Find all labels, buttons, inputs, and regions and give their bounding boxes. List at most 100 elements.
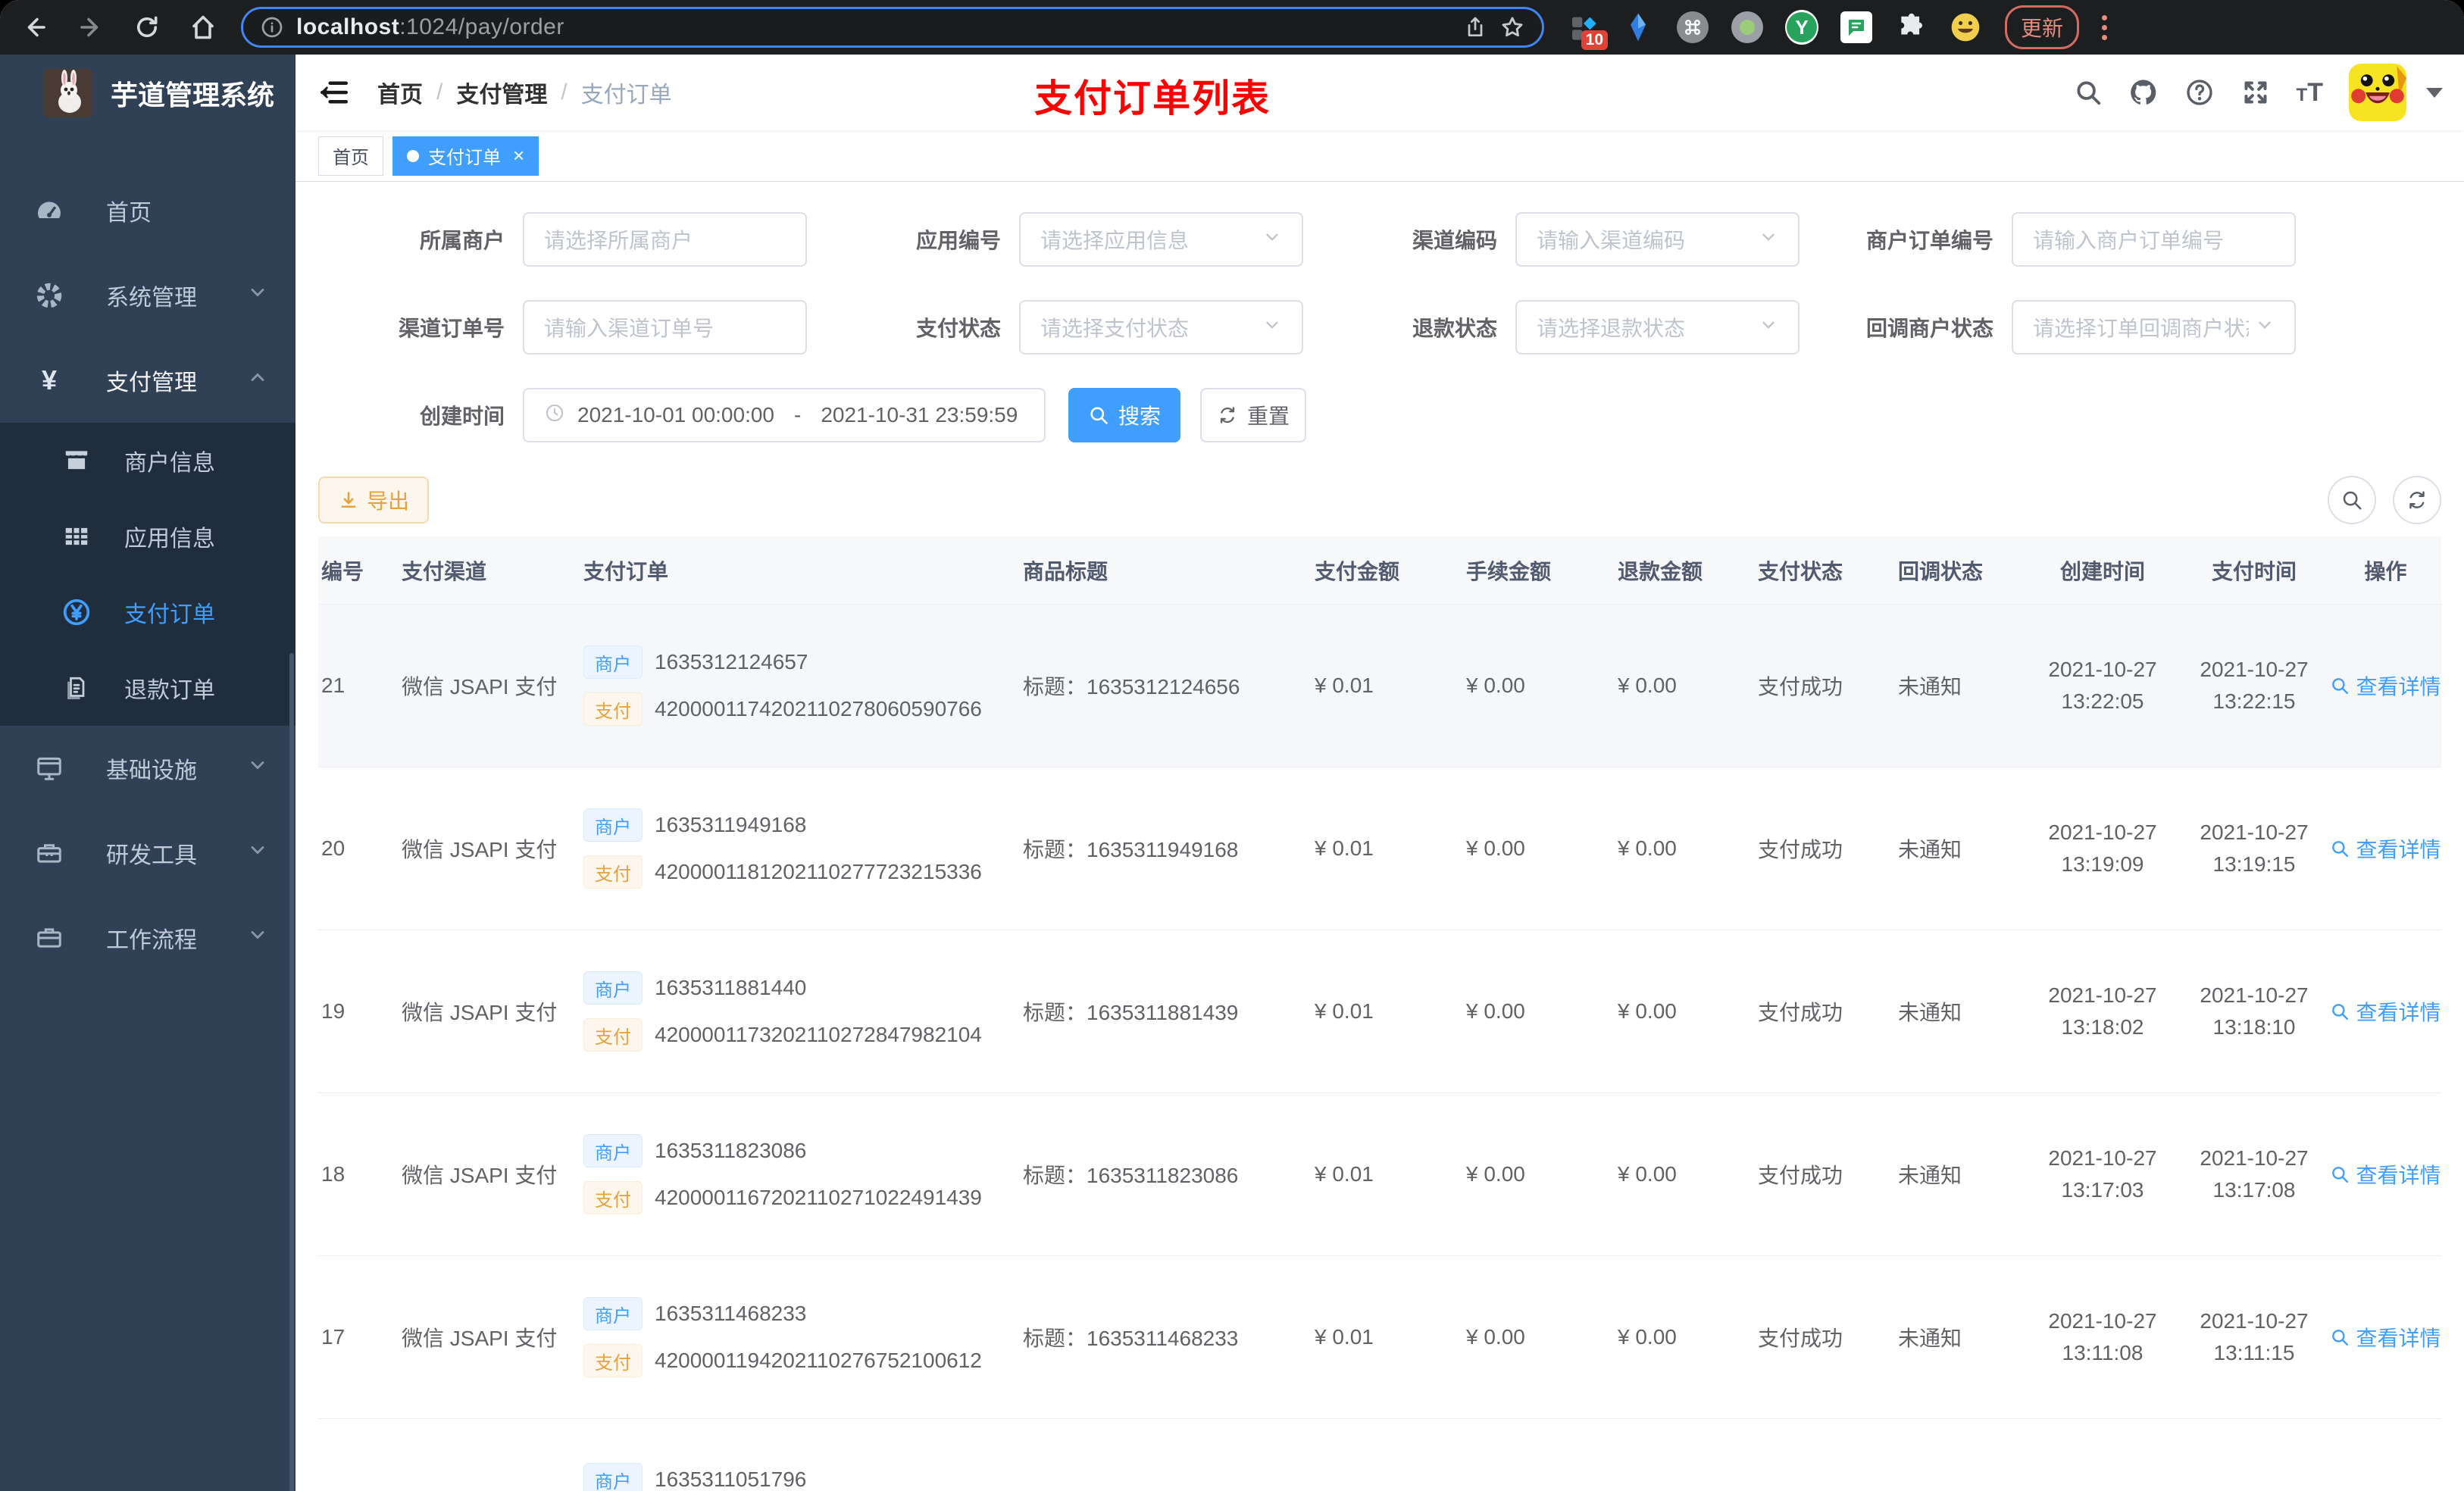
- notify-status: 未通知: [1898, 1327, 1962, 1350]
- paid-time: 2021-10-27 13:18:10: [2200, 983, 2309, 1039]
- github-icon[interactable]: [2128, 77, 2159, 108]
- table-row[interactable]: 21 微信 JSAPI 支付 商户 1635312124657 支付 4200001…: [318, 605, 2441, 767]
- tag-close-icon[interactable]: ×: [513, 144, 524, 167]
- site-info-icon[interactable]: [260, 15, 284, 39]
- pay-amount: ¥ 0.01: [1315, 1162, 1374, 1186]
- sidebar-item-dev-tools[interactable]: 研发工具: [0, 811, 295, 896]
- command-extension-icon[interactable]: [1676, 11, 1709, 44]
- channel-order-no-input[interactable]: 请输入渠道订单号: [523, 300, 807, 355]
- filter-label: 渠道订单号: [398, 317, 505, 340]
- emoji-profile-icon[interactable]: [1949, 11, 1982, 44]
- product-title: 标题：1635311823086: [1023, 1164, 1239, 1187]
- text-size-icon[interactable]: TT: [2297, 78, 2323, 108]
- url-bar[interactable]: localhost:1024/pay/order: [241, 7, 1544, 48]
- sidebar: 芋道管理系统 首页 系统管理 ¥ 支付管理 商户信息 应用信息 支付订单 退款订…: [0, 55, 295, 1491]
- notify-status: 未通知: [1898, 1164, 1962, 1187]
- rabbit-logo: [44, 69, 92, 117]
- refresh-table-icon[interactable]: [2393, 476, 2441, 524]
- sidebar-item-label: 应用信息: [124, 527, 215, 552]
- home-icon[interactable]: [188, 12, 218, 42]
- pay-status: 支付成功: [1758, 1164, 1843, 1187]
- order-id: 17: [321, 1325, 346, 1349]
- merchant-input[interactable]: 请选择所属商户: [523, 212, 807, 267]
- channel-code-select[interactable]: 请输入渠道编码: [1515, 212, 1800, 267]
- browser-toolbar: localhost:1024/pay/order 10 Y 更新: [0, 0, 2464, 55]
- app-logo-row[interactable]: 芋道管理系统: [0, 55, 295, 132]
- chevron-down-icon: [247, 282, 268, 309]
- order-numbers: 商户 1635311881440 支付 4200001173202110272847…: [568, 971, 1008, 1052]
- view-detail-link[interactable]: 查看详情: [2330, 833, 2441, 864]
- create-time-range-picker[interactable]: 2021-10-01 00:00:00 - 2021-10-31 23:59:5…: [523, 388, 1046, 442]
- view-detail-link[interactable]: 查看详情: [2330, 1159, 2441, 1189]
- page-title-annotation: 支付订单列表: [1034, 77, 1271, 120]
- notify-status-select[interactable]: 请选择订单回调商户状态: [2012, 300, 2296, 355]
- table-row-partial[interactable]: 商户 1635311051796: [318, 1419, 2441, 1491]
- sidebar-item-pay-order[interactable]: 支付订单: [0, 574, 295, 650]
- chrome-update-button[interactable]: 更新: [2005, 5, 2080, 49]
- filter-label: 渠道编码: [1412, 229, 1497, 252]
- sidebar-item-home[interactable]: 首页: [0, 168, 295, 253]
- user-avatar[interactable]: [2349, 64, 2406, 121]
- extension-grid-icon[interactable]: 10: [1567, 11, 1608, 50]
- header-search-icon[interactable]: [2074, 78, 2103, 107]
- product-title: 标题：1635311468233: [1023, 1327, 1239, 1350]
- sidebar-item-label: 首页: [106, 201, 152, 226]
- export-button[interactable]: 导出: [318, 477, 429, 524]
- sidebar-scrollbar[interactable]: [289, 653, 294, 1491]
- sidebar-item-infrastructure[interactable]: 基础设施: [0, 726, 295, 811]
- sidebar-item-workflow[interactable]: 工作流程: [0, 896, 295, 980]
- tag-home[interactable]: 首页: [318, 136, 383, 176]
- tag-pay-order[interactable]: 支付订单 ×: [392, 136, 539, 176]
- refund-amount: ¥ 0.00: [1618, 1325, 1677, 1349]
- pay-channel: 微信 JSAPI 支付: [402, 1327, 558, 1350]
- share-icon[interactable]: [1463, 15, 1487, 39]
- view-detail-link[interactable]: 查看详情: [2330, 1322, 2441, 1352]
- sidebar-item-payment[interactable]: ¥ 支付管理: [0, 338, 295, 423]
- order-numbers: 商户 1635311823086 支付 4200001167202110271022…: [568, 1134, 1008, 1214]
- table-row[interactable]: 19 微信 JSAPI 支付 商户 1635311881440 支付 4200001…: [318, 930, 2441, 1093]
- table-row[interactable]: 18 微信 JSAPI 支付 商户 1635311823086 支付 4200001…: [318, 1093, 2441, 1256]
- forward-icon[interactable]: [76, 12, 106, 42]
- view-detail-link[interactable]: 查看详情: [2330, 996, 2441, 1027]
- yen-icon: ¥: [41, 364, 58, 395]
- puzzle-extensions-icon[interactable]: [1894, 11, 1928, 44]
- sidebar-item-system[interactable]: 系统管理: [0, 253, 295, 338]
- pay-status: 支付成功: [1758, 838, 1843, 861]
- kite-extension-icon[interactable]: [1621, 11, 1655, 44]
- fullscreen-icon[interactable]: [2240, 77, 2271, 108]
- bookmark-star-icon[interactable]: [1499, 14, 1525, 40]
- product-title: 标题：1635311949168: [1023, 838, 1239, 861]
- pay-tag: 支付: [583, 1344, 643, 1377]
- avatar-caret-icon[interactable]: [2426, 87, 2443, 98]
- merchant-order-no-input[interactable]: 请输入商户订单编号: [2012, 212, 2296, 267]
- show-search-toggle-icon[interactable]: [2328, 476, 2376, 524]
- pay-status: 支付成功: [1758, 675, 1843, 699]
- sidebar-item-app-info[interactable]: 应用信息: [0, 499, 295, 574]
- breadcrumb-pay[interactable]: 支付管理: [456, 76, 547, 109]
- reload-icon[interactable]: [132, 12, 162, 42]
- browser-menu-icon[interactable]: [2102, 14, 2108, 40]
- y-extension-icon[interactable]: Y: [1785, 10, 1818, 45]
- view-detail-link[interactable]: 查看详情: [2330, 670, 2441, 701]
- refund-status-select[interactable]: 请选择退款状态: [1515, 300, 1800, 355]
- sidebar-item-merchant-info[interactable]: 商户信息: [0, 423, 295, 499]
- breadcrumb-home[interactable]: 首页: [377, 76, 423, 109]
- help-icon[interactable]: [2184, 77, 2215, 108]
- fee-amount: ¥ 0.00: [1466, 1162, 1525, 1186]
- pay-status-select[interactable]: 请选择支付状态: [1019, 300, 1303, 355]
- table-row[interactable]: 20 微信 JSAPI 支付 商户 1635311949168 支付 4200001…: [318, 767, 2441, 930]
- search-button[interactable]: 搜索: [1068, 388, 1180, 442]
- reset-button[interactable]: 重置: [1200, 388, 1306, 442]
- chat-extension-icon[interactable]: [1840, 11, 1873, 44]
- created-time: 2021-10-27 13:18:02: [2048, 983, 2157, 1039]
- table-row[interactable]: 17 微信 JSAPI 支付 商户 1635311468233 支付 4200001…: [318, 1256, 2441, 1419]
- dot-extension-icon[interactable]: [1731, 11, 1764, 44]
- back-icon[interactable]: [20, 12, 50, 42]
- sidebar-fold-icon[interactable]: [317, 75, 352, 110]
- sidebar-item-refund-order[interactable]: 退款订单: [0, 650, 295, 726]
- chevron-down-icon: [247, 924, 268, 952]
- app-select[interactable]: 请选择应用信息: [1019, 212, 1303, 267]
- fee-amount: ¥ 0.00: [1466, 674, 1525, 697]
- date-start-value: 2021-10-01 00:00:00: [577, 403, 774, 427]
- sidebar-item-label: 工作流程: [106, 928, 197, 953]
